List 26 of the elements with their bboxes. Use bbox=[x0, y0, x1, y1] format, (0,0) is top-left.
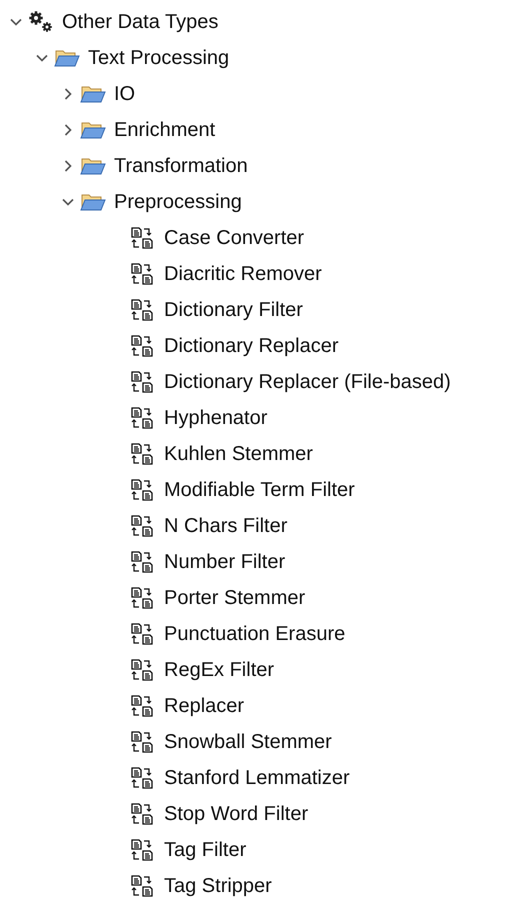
tree-item-label[interactable]: Kuhlen Stemmer bbox=[164, 442, 313, 466]
tree-item-label[interactable]: Dictionary Replacer bbox=[164, 334, 339, 358]
tree-item-label[interactable]: Stop Word Filter bbox=[164, 802, 308, 826]
tree-item-label[interactable]: Tag Filter bbox=[164, 838, 246, 862]
tree-item-label[interactable]: Transformation bbox=[114, 154, 248, 178]
tree-item-label[interactable]: Punctuation Erasure bbox=[164, 622, 346, 646]
tree-item-label[interactable]: Case Converter bbox=[164, 226, 304, 250]
tree-item-label[interactable]: Enrichment bbox=[114, 118, 216, 142]
tree-item-label[interactable]: Preprocessing bbox=[114, 190, 242, 214]
tree-item-label[interactable]: Dictionary Filter bbox=[164, 298, 303, 322]
tree-item-label[interactable]: RegEx Filter bbox=[164, 658, 274, 682]
tree-item-label[interactable]: Dictionary Replacer (File-based) bbox=[164, 370, 451, 394]
tree-item-label[interactable]: Other Data Types bbox=[62, 10, 218, 34]
tree-item-label[interactable]: IO bbox=[114, 82, 136, 106]
tree-item-label[interactable]: Snowball Stemmer bbox=[164, 730, 332, 754]
tree-item-label[interactable]: Hyphenator bbox=[164, 406, 268, 430]
tree-item-label[interactable]: Replacer bbox=[164, 694, 244, 718]
tree-item-label[interactable]: Number Filter bbox=[164, 550, 286, 574]
tree-item-label[interactable]: Tag Stripper bbox=[164, 874, 272, 898]
tree-item-label[interactable]: Porter Stemmer bbox=[164, 586, 306, 610]
tree-item-label[interactable]: Diacritic Remover bbox=[164, 262, 322, 286]
tree-item-label[interactable]: Stanford Lemmatizer bbox=[164, 766, 350, 790]
tree-item-label[interactable]: Modifiable Term Filter bbox=[164, 478, 355, 502]
tree-item-label[interactable]: Text Processing bbox=[88, 46, 230, 70]
gears-icon bbox=[28, 10, 54, 34]
tree-item-label[interactable]: N Chars Filter bbox=[164, 514, 288, 538]
